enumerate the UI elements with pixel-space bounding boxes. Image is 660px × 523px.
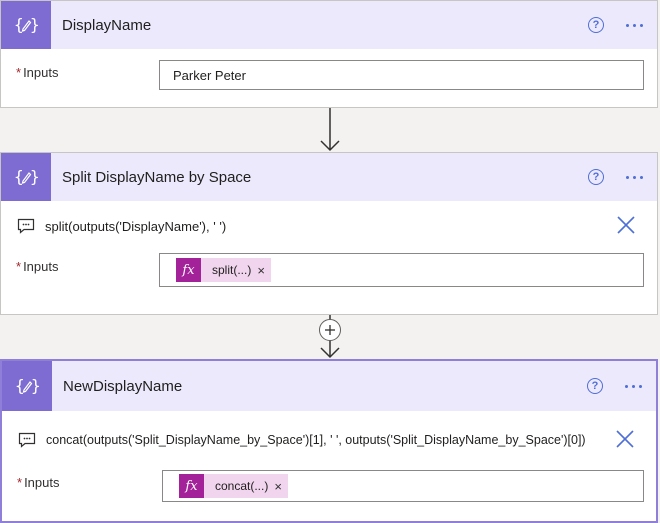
close-icon[interactable] bbox=[616, 430, 634, 448]
inputs-field[interactable]: fx concat(...) × bbox=[162, 470, 644, 502]
svg-text:}: } bbox=[30, 167, 38, 186]
inputs-field[interactable]: fx split(...) × bbox=[159, 253, 644, 287]
card-title: DisplayName bbox=[62, 16, 152, 34]
action-card-displayname[interactable]: { } DisplayName ? *Inputs Parker Peter bbox=[0, 0, 658, 108]
card-title: NewDisplayName bbox=[63, 377, 183, 395]
help-icon[interactable]: ? bbox=[588, 17, 604, 33]
inputs-label: * Inputs bbox=[17, 475, 60, 490]
help-icon[interactable]: ? bbox=[587, 378, 603, 394]
card-header[interactable]: { } DisplayName ? bbox=[1, 1, 657, 49]
expression-comment: concat(outputs('Split_DisplayName_by_Spa… bbox=[18, 432, 586, 448]
more-options-icon[interactable] bbox=[625, 384, 642, 388]
expression-token[interactable]: fx concat(...) × bbox=[179, 474, 288, 498]
expression-comment: split(outputs('DisplayName'), ' ') bbox=[17, 218, 226, 234]
close-icon[interactable] bbox=[617, 216, 635, 234]
inputs-label: * Inputs bbox=[16, 65, 59, 80]
variable-icon: { } bbox=[2, 361, 52, 411]
variable-icon: { } bbox=[1, 1, 51, 49]
inputs-row: * Inputs fx split(...) × bbox=[1, 251, 657, 313]
flow-canvas: { } DisplayName ? *Inputs Parker Peter bbox=[0, 0, 660, 523]
fx-icon: fx bbox=[176, 258, 201, 282]
remove-token-icon[interactable]: × bbox=[257, 263, 271, 278]
token-label: split(...) bbox=[212, 263, 252, 277]
comment-icon bbox=[17, 218, 35, 234]
action-card-newdisplayname[interactable]: { } NewDisplayName ? bbox=[0, 359, 658, 523]
inputs-label: * Inputs bbox=[16, 259, 59, 274]
inputs-field[interactable]: Parker Peter bbox=[159, 60, 644, 90]
svg-text:}: } bbox=[31, 376, 39, 395]
plus-icon bbox=[325, 325, 335, 335]
card-title: Split DisplayName by Space bbox=[62, 168, 252, 186]
remove-token-icon[interactable]: × bbox=[274, 479, 288, 494]
more-options-icon[interactable] bbox=[626, 175, 643, 179]
inputs-row: * Inputs fx concat(...) × bbox=[2, 461, 656, 521]
connector-arrow bbox=[320, 108, 340, 152]
svg-text:}: } bbox=[30, 15, 38, 34]
comment-icon bbox=[18, 432, 36, 448]
action-card-split-displayname[interactable]: { } Split DisplayName by Space ? bbox=[0, 152, 658, 315]
insert-step-button[interactable] bbox=[319, 319, 341, 341]
card-header[interactable]: { } NewDisplayName ? bbox=[2, 361, 656, 411]
token-label: concat(...) bbox=[215, 479, 269, 493]
expression-row: concat(outputs('Split_DisplayName_by_Spa… bbox=[2, 411, 656, 461]
expression-text: concat(outputs('Split_DisplayName_by_Spa… bbox=[46, 433, 586, 447]
fx-icon: fx bbox=[179, 474, 204, 498]
more-options-icon[interactable] bbox=[626, 23, 643, 27]
card-header[interactable]: { } Split DisplayName by Space ? bbox=[1, 153, 657, 201]
help-icon[interactable]: ? bbox=[588, 169, 604, 185]
inputs-row: * Inputs Parker Peter bbox=[1, 49, 657, 105]
expression-row: split(outputs('DisplayName'), ' ') bbox=[1, 201, 657, 251]
expression-text: split(outputs('DisplayName'), ' ') bbox=[45, 218, 227, 234]
variable-icon: { } bbox=[1, 153, 51, 201]
expression-token[interactable]: fx split(...) × bbox=[176, 258, 271, 282]
